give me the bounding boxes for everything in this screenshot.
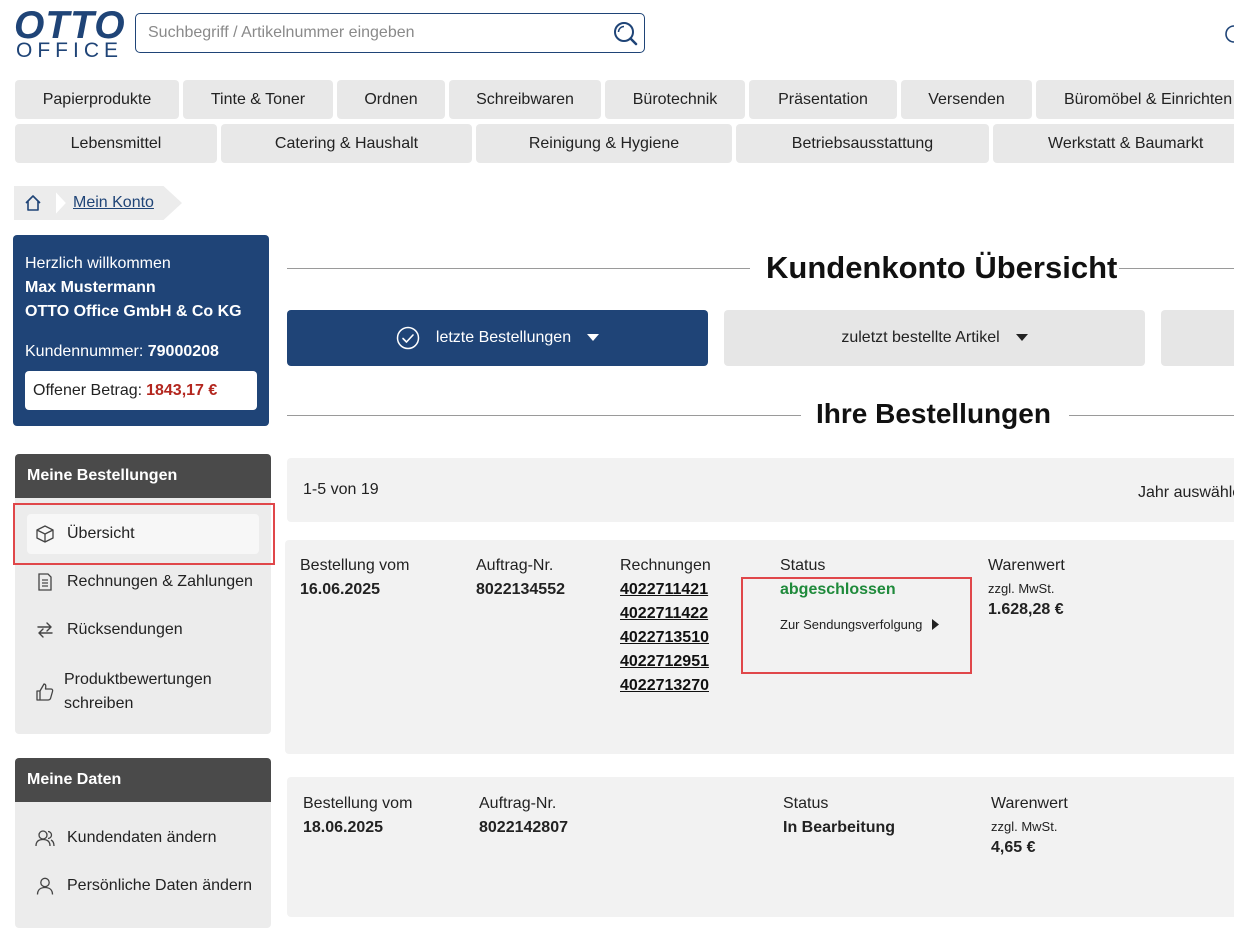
tab-letzte-bestellungen[interactable]: letzte Bestellungen bbox=[287, 310, 708, 366]
orders-rule-right bbox=[1069, 415, 1234, 416]
caret-down-icon bbox=[587, 334, 600, 341]
sidebar-item-produktbewertungen[interactable]: Produktbewertungen schreiben bbox=[35, 668, 212, 716]
sidebar-item-label[interactable]: Übersicht bbox=[67, 525, 135, 543]
logo-subtitle: OFFICE bbox=[16, 39, 123, 62]
breadcrumb-mein-konto[interactable]: Mein Konto bbox=[50, 186, 182, 220]
order-number-label: Auftrag-Nr. bbox=[476, 557, 554, 574]
invoice-link[interactable]: 4022712951 bbox=[620, 650, 709, 674]
order-amount: 4,65 € bbox=[991, 839, 1036, 856]
search-box bbox=[135, 13, 645, 53]
users-icon bbox=[35, 830, 55, 847]
category-schreibwaren[interactable]: Schreibwaren bbox=[449, 80, 601, 119]
home-icon bbox=[25, 195, 41, 211]
box-icon bbox=[36, 525, 54, 543]
exchange-arrows-icon bbox=[37, 622, 53, 638]
category-lebensmittel[interactable]: Lebensmittel bbox=[15, 124, 217, 163]
invoice-link[interactable]: 4022713510 bbox=[620, 626, 709, 650]
orders-toolbar bbox=[287, 458, 1234, 522]
orders-rule-left bbox=[287, 415, 801, 416]
status-value: In Bearbeitung bbox=[783, 819, 896, 836]
category-ordnen[interactable]: Ordnen bbox=[337, 80, 445, 119]
invoice-link[interactable]: 4022711422 bbox=[620, 602, 709, 626]
customer-number-row: Kundennummer: 79000208 bbox=[25, 343, 219, 361]
welcome-greeting: Herzlich willkommen bbox=[25, 255, 171, 272]
sidebar-item-rechnungen[interactable]: Rechnungen & Zahlungen bbox=[35, 572, 253, 592]
breadcrumb-home[interactable] bbox=[14, 186, 56, 220]
customer-company: OTTO Office GmbH & Co KG bbox=[25, 303, 242, 320]
order-card bbox=[287, 777, 1234, 917]
customer-number-label: Kundennummer: bbox=[25, 343, 144, 360]
order-date: 16.06.2025 bbox=[300, 581, 381, 598]
thumbs-up-icon bbox=[36, 683, 54, 701]
sidebar-item-kundendaten[interactable]: Kundendaten ändern bbox=[35, 828, 216, 848]
title-rule-right bbox=[1119, 268, 1234, 269]
open-amount-label: Offener Betrag: bbox=[33, 381, 143, 399]
open-amount-value: 1843,17 € bbox=[146, 381, 218, 399]
invoice-link[interactable]: 4022711421 bbox=[620, 578, 709, 602]
customer-name: Max Mustermann bbox=[25, 279, 156, 296]
category-versenden[interactable]: Versenden bbox=[901, 80, 1032, 119]
value-label: Warenwert bbox=[991, 795, 1068, 812]
category-papierprodukte[interactable]: Papierprodukte bbox=[15, 80, 179, 119]
order-number-label: Auftrag-Nr. bbox=[479, 795, 557, 812]
sidebar-item-label-group[interactable]: Produktbewertungen schreiben bbox=[64, 668, 212, 716]
tab-zuletzt-bestellte-artikel[interactable]: zuletzt bestellte Artikel bbox=[724, 310, 1145, 366]
caret-down-icon bbox=[1015, 334, 1028, 341]
orders-heading: Ihre Bestellungen bbox=[816, 398, 1051, 429]
welcome-box: Herzlich willkommen Max Mustermann OTTO … bbox=[13, 235, 269, 426]
category-tinte-toner[interactable]: Tinte & Toner bbox=[183, 80, 333, 119]
sidebar-item-label-line2[interactable]: schreiben bbox=[64, 692, 212, 716]
invoice-link[interactable]: 4022713270 bbox=[620, 674, 709, 698]
title-rule-left bbox=[287, 268, 750, 269]
order-date-label: Bestellung vom bbox=[300, 557, 410, 574]
category-betriebsausstattung[interactable]: Betriebsausstattung bbox=[736, 124, 989, 163]
status-label: Status bbox=[780, 557, 826, 574]
category-bueromoebel[interactable]: Büromöbel & Einrichten bbox=[1036, 80, 1234, 119]
category-reinigung-hygiene[interactable]: Reinigung & Hygiene bbox=[476, 124, 732, 163]
sidebar-item-label[interactable]: Produktbewertungen bbox=[64, 668, 212, 692]
breadcrumb-label[interactable]: Mein Konto bbox=[73, 194, 154, 212]
user-icon bbox=[36, 877, 54, 895]
vat-note: zzgl. MwSt. bbox=[988, 581, 1055, 596]
search-input[interactable] bbox=[136, 14, 620, 52]
invoice-list: 4022711421 4022711422 4022713510 4022712… bbox=[620, 578, 709, 698]
highlight-box-status bbox=[741, 577, 972, 674]
sidebar-item-label[interactable]: Rechnungen & Zahlungen bbox=[67, 573, 253, 591]
data-menu-title: Meine Daten bbox=[15, 758, 271, 802]
invoices-label: Rechnungen bbox=[620, 557, 711, 574]
invoice-icon bbox=[38, 573, 52, 591]
orders-range: 1-5 von 19 bbox=[303, 481, 379, 498]
status-label: Status bbox=[783, 795, 829, 812]
category-buerotechnik[interactable]: Bürotechnik bbox=[605, 80, 745, 119]
order-date-label: Bestellung vom bbox=[303, 795, 413, 812]
sidebar-item-uebersicht[interactable]: Übersicht bbox=[35, 524, 135, 544]
order-amount: 1.628,28 € bbox=[988, 601, 1064, 618]
value-label: Warenwert bbox=[988, 557, 1065, 574]
vat-note: zzgl. MwSt. bbox=[991, 819, 1058, 834]
open-amount-box: Offener Betrag: 1843,17 € bbox=[25, 371, 257, 410]
tab-third[interactable] bbox=[1161, 310, 1234, 366]
sidebar-item-label[interactable]: Persönliche Daten ändern bbox=[67, 877, 252, 895]
sidebar-item-label[interactable]: Rücksendungen bbox=[67, 621, 183, 639]
sidebar-item-ruecksendungen[interactable]: Rücksendungen bbox=[35, 620, 183, 640]
customer-number: 79000208 bbox=[147, 343, 219, 360]
search-icon[interactable] bbox=[612, 20, 638, 46]
order-number: 8022142807 bbox=[479, 819, 568, 836]
orders-menu-title: Meine Bestellungen bbox=[15, 454, 271, 498]
year-select[interactable]: Jahr auswähle bbox=[1138, 484, 1234, 502]
category-praesentation[interactable]: Präsentation bbox=[749, 80, 897, 119]
check-circle-icon bbox=[396, 326, 420, 350]
account-icon[interactable] bbox=[1222, 22, 1234, 46]
tab-label[interactable]: zuletzt bestellte Artikel bbox=[841, 329, 999, 347]
order-date: 18.06.2025 bbox=[303, 819, 384, 836]
order-number: 8022134552 bbox=[476, 581, 565, 598]
tab-label[interactable]: letzte Bestellungen bbox=[436, 329, 571, 347]
page-title: Kundenkonto Übersicht bbox=[766, 250, 1118, 285]
sidebar-item-label[interactable]: Kundendaten ändern bbox=[67, 829, 216, 847]
category-werkstatt-baumarkt[interactable]: Werkstatt & Baumarkt bbox=[993, 124, 1234, 163]
sidebar-item-persoenliche-daten[interactable]: Persönliche Daten ändern bbox=[35, 876, 252, 896]
category-catering-haushalt[interactable]: Catering & Haushalt bbox=[221, 124, 472, 163]
